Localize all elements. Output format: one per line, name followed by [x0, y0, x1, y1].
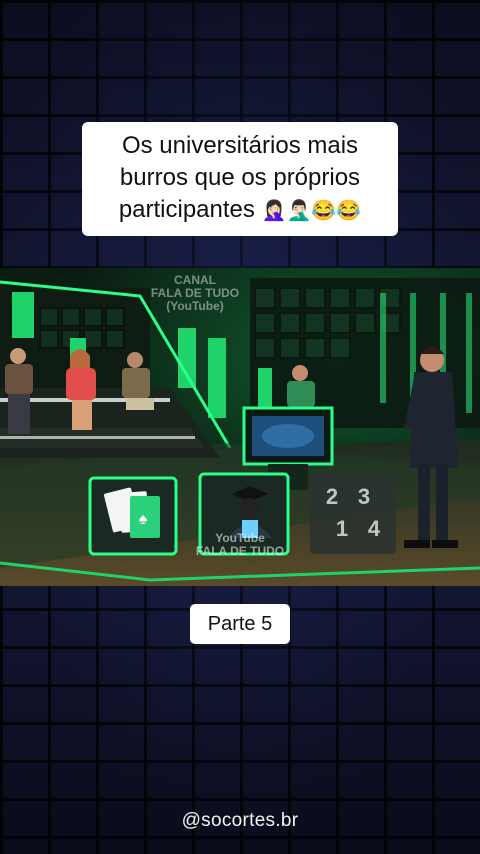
floor-card-numbers: 23 14	[310, 474, 396, 554]
floor-card-playing-cards: ♠	[88, 476, 178, 556]
watermark-bottom-line-2: FALA DE TUDO	[195, 544, 285, 558]
caption-line-3-text: participantes	[118, 196, 255, 223]
svg-text:1: 1	[336, 516, 348, 541]
caption-emojis: 🤦🏻‍♀️🤦🏻‍♂️😂😂	[261, 200, 362, 222]
caption-line-2: burros que os próprios	[119, 164, 361, 191]
part-badge-label: Parte 5	[207, 612, 273, 635]
caption-line-1: Os universitários mais	[121, 132, 359, 159]
part-badge: Parte 5	[190, 604, 290, 644]
svg-text:♠: ♠	[139, 511, 148, 528]
channel-watermark-bottom: YouTube FALA DE TUDO	[180, 532, 300, 558]
svg-text:2: 2	[326, 484, 338, 509]
account-handle[interactable]: @socortes.br	[0, 810, 480, 832]
svg-text:3: 3	[358, 484, 370, 509]
caption-box: Os universitários mais burros que os pró…	[82, 122, 398, 236]
watermark-line-3: (YouTube)	[166, 299, 224, 313]
channel-watermark-top: CANAL FALA DE TUDO (YouTube)	[130, 274, 260, 313]
svg-text:4: 4	[368, 516, 381, 541]
caption-line-3: participantes 🤦🏻‍♀️🤦🏻‍♂️😂😂	[92, 194, 388, 227]
video-frame[interactable]: ♠ 23 14 CANAL FALA DE TUDO (YouTube) You…	[0, 268, 480, 586]
